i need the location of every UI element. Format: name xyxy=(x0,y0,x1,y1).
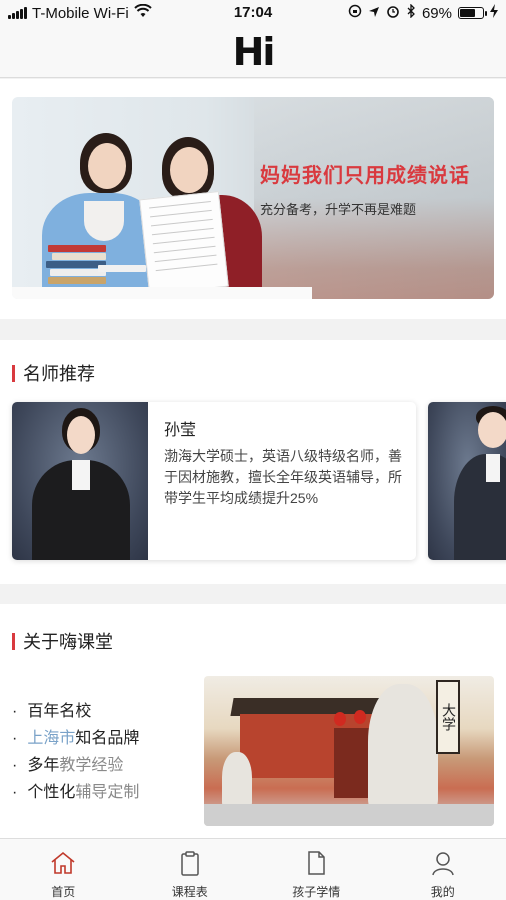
about-point-highlight: 教学经验 xyxy=(59,757,124,774)
section-title: 关于嗨课堂 xyxy=(23,632,113,652)
campus-plaque: 大学 xyxy=(436,680,460,754)
desk xyxy=(12,287,312,299)
section-header: 名师推荐 xyxy=(12,360,95,386)
tab-schedule[interactable]: 课程表 xyxy=(127,839,254,900)
list-item: · 个性化辅导定制 xyxy=(12,784,140,801)
teacher-photo xyxy=(12,402,148,560)
battery-percent: 69% xyxy=(421,4,452,22)
campus-photo: 大学 xyxy=(204,676,494,826)
promo-banner[interactable]: 妈妈我们只用成绩说话 充分备考，升学不再是难题 xyxy=(12,97,494,299)
banner-background xyxy=(254,97,494,299)
status-icons: 69% xyxy=(348,3,498,22)
battery-icon xyxy=(458,7,487,19)
about-point-text: 个性化 xyxy=(27,784,76,801)
teachers-section: 名师推荐 孙莹 渤海大学硕士，英语八级特级名师，善于因材施教，擅长全年级英语辅导… xyxy=(0,340,506,584)
about-points: · 百年名校 · 上海市知名品牌 · 多年教学经验 · 个性化辅导定制 xyxy=(12,698,139,806)
book xyxy=(46,261,106,268)
tab-profile[interactable]: 我的 xyxy=(380,839,506,900)
banner-title: 妈妈我们只用成绩说话 xyxy=(260,165,470,187)
status-bar: T-Mobile Wi-Fi 17:04 69% xyxy=(0,0,506,26)
charging-icon xyxy=(490,4,498,22)
list-item: · 上海市知名品牌 xyxy=(12,730,140,747)
book xyxy=(48,277,106,284)
home-icon xyxy=(51,851,75,874)
about-point-text: 知名品牌 xyxy=(75,730,140,747)
location-icon xyxy=(368,5,380,22)
document-icon xyxy=(308,851,325,875)
book xyxy=(48,245,106,252)
teacher-card[interactable]: 孙莹 渤海大学硕士，英语八级特级名师，善于因材施教，擅长全年级英语辅导，所带学生… xyxy=(12,402,416,560)
tab-home[interactable]: 首页 xyxy=(0,839,127,900)
banner-section: 妈妈我们只用成绩说话 充分备考，升学不再是难题 xyxy=(0,79,506,319)
tab-bar: 首页 课程表 孩子学情 我的 xyxy=(0,838,506,900)
about-section: 关于嗨课堂 · 百年名校 · 上海市知名品牌 · 多年教学经验 · 个性化辅导定制 大学 xyxy=(0,604,506,838)
teacher-name: 孙莹 xyxy=(164,422,197,439)
list-item: · 百年名校 xyxy=(12,703,92,720)
alarm-icon xyxy=(386,4,400,22)
exam-paper xyxy=(139,191,229,295)
tab-label: 孩子学情 xyxy=(292,885,341,899)
teacher-description: 渤海大学硕士，英语八级特级名师，善于因材施教，擅长全年级英语辅导，所带学生平均成… xyxy=(164,448,402,506)
clipboard-icon xyxy=(181,851,199,876)
teacher-card-next[interactable] xyxy=(428,402,506,560)
tab-label: 课程表 xyxy=(171,885,208,899)
teacher-photo xyxy=(428,402,506,560)
nav-bar: Hi xyxy=(0,26,506,78)
section-accent-bar xyxy=(12,632,15,650)
list-item: · 多年教学经验 xyxy=(12,757,124,774)
user-icon xyxy=(432,852,454,876)
about-point-text: 百年名校 xyxy=(27,703,92,720)
lock-rotation-icon xyxy=(348,4,362,22)
about-point-highlight: 辅导定制 xyxy=(75,784,140,801)
tab-label: 我的 xyxy=(430,885,455,899)
banner-subtitle: 充分备考，升学不再是难题 xyxy=(260,202,417,217)
book xyxy=(98,265,146,272)
bluetooth-icon xyxy=(406,3,416,22)
tab-label: 首页 xyxy=(51,885,76,899)
app-logo: Hi xyxy=(232,29,276,74)
about-point-highlight: 上海市 xyxy=(27,730,76,747)
section-title: 名师推荐 xyxy=(23,364,95,384)
app-screen: T-Mobile Wi-Fi 17:04 69% Hi 妈妈我们只用成绩说话 充… xyxy=(0,0,506,900)
book xyxy=(52,253,106,260)
section-header: 关于嗨课堂 xyxy=(12,628,113,654)
tab-child-progress[interactable]: 孩子学情 xyxy=(253,839,380,900)
section-accent-bar xyxy=(12,364,15,382)
about-point-text: 多年 xyxy=(27,757,60,774)
